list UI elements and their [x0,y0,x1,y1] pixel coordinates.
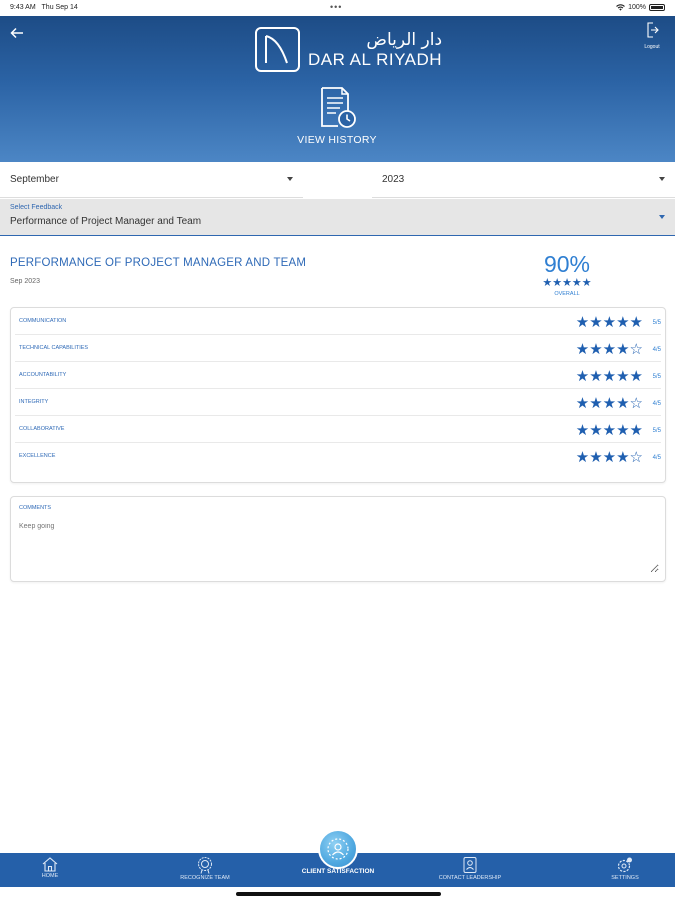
rating-stars-icon[interactable]: ★★★★☆ [576,395,643,411]
rating-score: 4/5 [652,347,661,353]
caret-down-icon [659,215,665,219]
view-history-label: VIEW HISTORY [297,134,377,146]
year-select[interactable]: 2023 [372,162,675,198]
feedback-select[interactable]: Select Feedback Performance of Project M… [0,199,675,236]
logout-icon [647,22,659,38]
overall-percent: 90% [543,251,591,277]
battery-icon [649,4,665,11]
home-indicator[interactable] [236,892,441,896]
rating-stars-icon[interactable]: ★★★★★ [576,422,643,438]
feedback-select-label: Select Feedback [10,204,63,211]
contact-card-icon [463,857,477,873]
nav-client-satisfaction-label: CLIENT SATISFACTION [301,868,375,875]
back-button[interactable] [10,26,30,44]
period-selectors: September 2023 [0,162,675,198]
comments-textarea[interactable] [19,523,659,573]
rating-label: COLLABORATIVE [19,426,65,432]
status-time-text: 9:43 AM [10,4,36,11]
wifi-icon [616,4,625,11]
ratings-card: COMMUNICATION ★★★★★ 5/5 TECHNICAL CAPABI… [10,307,666,483]
gear-icon [617,857,632,873]
rating-label: INTEGRITY [19,399,49,405]
rating-score: 4/5 [652,455,661,461]
rating-score: 5/5 [652,374,661,380]
month-value: September [10,174,59,185]
nav-contact-leadership-label: CONTACT LEADERSHIP [438,875,502,881]
rating-stars-icon[interactable]: ★★★★★ [576,314,643,330]
battery-percent: 100% [628,4,646,11]
nav-contact-leadership[interactable]: CONTACT LEADERSHIP [425,853,515,887]
nav-home[interactable]: HOME [30,853,70,887]
comments-card: COMMENTS [10,496,666,582]
arrow-left-icon [10,27,23,39]
rating-row-excellence: EXCELLENCE ★★★★☆ 4/5 [15,443,661,470]
nav-recognize-team[interactable]: RECOGNIZE TEAM [170,853,240,887]
rating-score: 4/5 [652,401,661,407]
multitask-dots-icon[interactable]: ••• [330,2,342,12]
rating-row-communication: COMMUNICATION ★★★★★ 5/5 [15,308,661,335]
rating-score: 5/5 [652,320,661,326]
home-icon [42,857,58,872]
status-right: 100% [616,4,665,11]
nav-recognize-team-label: RECOGNIZE TEAM [180,875,230,881]
feedback-title: PERFORMANCE OF PROJECT MANAGER AND TEAM [10,257,307,269]
award-badge-icon [198,857,212,874]
rating-label: TECHNICAL CAPABILITIES [19,345,89,351]
rating-row-integrity: INTEGRITY ★★★★☆ 4/5 [15,389,661,416]
rating-label: EXCELLENCE [19,453,56,459]
header: دار الرياض DAR AL RIYADH Logout VIEW HIS… [0,16,675,162]
app-screen: 9:43 AM Thu Sep 14 ••• 100% دار الرياض D… [0,0,675,900]
month-select[interactable]: September [0,162,303,198]
comments-label: COMMENTS [19,505,52,511]
overall-stars-icon: ★★★★★ [542,277,592,289]
nav-settings[interactable]: SETTINGS [600,853,650,887]
rating-label: COMMUNICATION [19,318,67,324]
rating-stars-icon[interactable]: ★★★★★ [576,368,643,384]
rating-row-collaborative: COLLABORATIVE ★★★★★ 5/5 [15,416,661,443]
logo-text: دار الرياض DAR AL RIYADH [308,30,442,70]
logout-button[interactable]: Logout [639,22,665,50]
document-clock-icon [321,87,356,128]
nav-settings-label: SETTINGS [611,875,639,881]
dar-al-riyadh-logo: دار الرياض DAR AL RIYADH [255,27,442,72]
year-value: 2023 [382,174,405,185]
rating-stars-icon[interactable]: ★★★★☆ [576,449,643,465]
feedback-select-value: Performance of Project Manager and Team [10,216,202,227]
client-satisfaction-icon [327,838,349,860]
nav-home-label: HOME [41,873,59,879]
rating-row-accountability: ACCOUNTABILITY ★★★★★ 5/5 [15,362,661,389]
status-bar: 9:43 AM Thu Sep 14 ••• 100% [0,0,675,16]
logo-english: DAR AL RIYADH [308,49,443,69]
logo-mark-icon [255,27,300,72]
rating-stars-icon[interactable]: ★★★★☆ [576,341,643,357]
logo-arabic: دار الرياض [366,29,443,50]
caret-down-icon [659,177,665,181]
overall-score: 90% ★★★★★ OVERALL [530,251,604,297]
status-date-text: Thu Sep 14 [41,4,78,11]
logout-label: Logout [644,44,660,50]
overall-label: OVERALL [554,291,580,297]
view-history-button[interactable]: VIEW HISTORY [287,86,387,146]
rating-row-technical-capabilities: TECHNICAL CAPABILITIES ★★★★☆ 4/5 [15,335,661,362]
status-time: 9:43 AM Thu Sep 14 [10,4,78,11]
nav-client-satisfaction-button[interactable] [318,829,358,869]
feedback-date: Sep 2023 [10,278,40,285]
rating-label: ACCOUNTABILITY [19,372,67,378]
rating-score: 5/5 [652,428,661,434]
caret-down-icon [287,177,293,181]
